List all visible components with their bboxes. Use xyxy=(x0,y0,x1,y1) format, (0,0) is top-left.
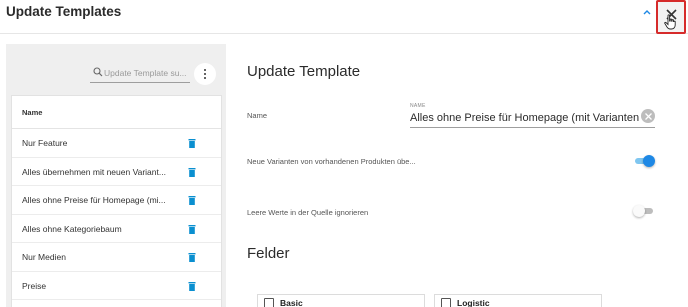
row-label: Alles ohne Preise für Homepage (mi... xyxy=(22,195,166,205)
ignore-empty-toggle[interactable] xyxy=(633,205,655,217)
field-group-label: Basic xyxy=(280,298,303,307)
table-row[interactable]: Nur Feature xyxy=(12,129,221,158)
row-label: Alles ohne Kategoriebaum xyxy=(22,223,122,234)
delete-icon[interactable] xyxy=(188,196,196,205)
name-field[interactable]: Alles ohne Preise für Homepage (mit Vari… xyxy=(410,112,642,127)
close-icon xyxy=(644,112,652,120)
ignore-empty-label: Leere Werte in der Quelle ignorieren xyxy=(247,208,369,217)
checkbox[interactable] xyxy=(441,298,451,307)
delete-icon[interactable] xyxy=(188,224,196,234)
more-vert-icon xyxy=(204,69,207,72)
table-row[interactable]: Alles übernehmen mit neuen Variant... xyxy=(12,158,221,186)
row-label: Preise xyxy=(22,280,47,291)
table-row[interactable]: Alles ohne Kategoriebaum xyxy=(12,215,221,243)
field-group-label: Logistic xyxy=(457,298,490,307)
table-header: Name xyxy=(12,96,221,129)
field-group-card[interactable]: Basic xyxy=(257,294,425,307)
name-label: Name xyxy=(247,111,268,120)
delete-icon[interactable] xyxy=(188,139,196,148)
name-caption: NAME xyxy=(410,103,426,109)
row-label: Nur Feature xyxy=(22,138,68,148)
delete-icon[interactable] xyxy=(188,253,196,262)
search-placeholder: Update Template su... xyxy=(104,68,187,78)
field-group-card[interactable]: Logistic xyxy=(434,294,602,307)
chevron-up-icon xyxy=(643,10,651,15)
template-list-panel: Update Template su... Name Nur Feature A… xyxy=(6,44,226,307)
hand-cursor-icon xyxy=(664,14,676,30)
table-row[interactable]: Nur Medien xyxy=(12,243,221,272)
table-row[interactable]: Preise xyxy=(12,272,221,300)
fields-section-title: Felder xyxy=(247,245,290,262)
clear-name-button[interactable] xyxy=(641,109,655,123)
name-field-underline xyxy=(410,127,655,128)
row-label: Alles übernehmen mit neuen Variant... xyxy=(22,166,166,177)
table-row[interactable]: Alles ohne Preise für Homepage (mi... xyxy=(12,186,221,215)
template-table: Name Nur Feature Alles übernehmen mit ne… xyxy=(11,95,222,307)
row-label: Nur Medien xyxy=(22,252,66,262)
column-header-name: Name xyxy=(22,108,43,117)
new-variants-label: Neue Varianten von vorhandenen Produkten… xyxy=(247,157,416,166)
form-title: Update Template xyxy=(247,63,361,80)
checkbox[interactable] xyxy=(264,298,274,307)
dialog-title: Update Templates xyxy=(6,4,122,19)
search-icon xyxy=(93,67,103,77)
more-menu-button[interactable] xyxy=(194,63,216,85)
dialog-header: Update Templates xyxy=(0,0,688,34)
new-variants-toggle[interactable] xyxy=(633,155,655,167)
delete-icon[interactable] xyxy=(188,281,196,291)
delete-icon[interactable] xyxy=(188,167,196,177)
collapse-button[interactable] xyxy=(641,5,655,19)
search-input[interactable]: Update Template su... xyxy=(90,65,190,83)
